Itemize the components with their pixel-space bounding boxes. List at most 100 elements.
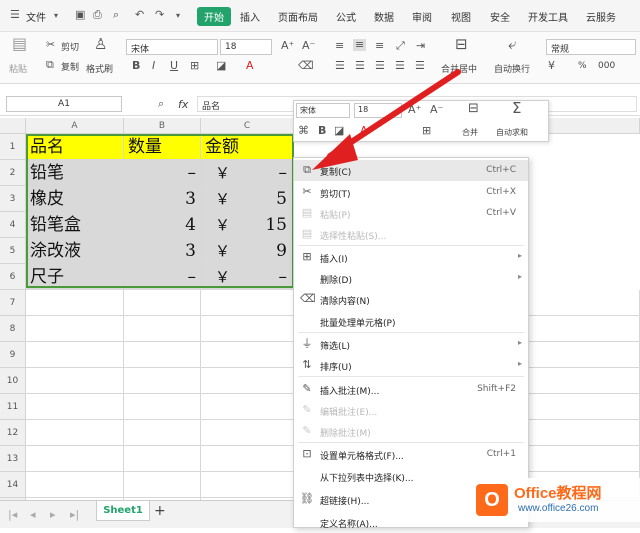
mini-autosum-button[interactable]: 自动求和 <box>496 127 528 138</box>
header-cell-amount[interactable]: 金额 <box>201 134 294 160</box>
data-cell-name[interactable]: 涂改液 <box>26 238 124 264</box>
italic-icon[interactable]: I <box>152 60 155 72</box>
increase-font-icon[interactable]: A⁺ <box>281 40 294 52</box>
context-menu-item[interactable]: 批量处理单元格(P) <box>294 311 528 332</box>
last-sheet-icon[interactable]: ▸| <box>70 509 79 521</box>
empty-cell[interactable] <box>26 316 124 342</box>
empty-cell[interactable] <box>26 342 124 368</box>
tab-review[interactable]: 审阅 <box>412 9 432 24</box>
fx-icon[interactable]: fx <box>178 98 188 111</box>
context-menu-item[interactable]: ✎ 插入批注(M)... Shift+F2 <box>294 379 528 400</box>
paste-button[interactable]: 粘贴 <box>9 62 27 75</box>
copy-icon[interactable]: ⧉ <box>46 59 54 71</box>
empty-cell[interactable] <box>124 420 201 446</box>
header-cell-name[interactable]: 品名 <box>26 134 124 160</box>
decrease-font-icon[interactable]: A⁻ <box>302 40 315 52</box>
tab-cloud[interactable]: 云服务 <box>586 9 616 24</box>
empty-cell[interactable] <box>124 290 201 316</box>
indent-icon[interactable]: ⇥ <box>416 40 425 52</box>
format-painter-icon[interactable]: ♙ <box>94 37 107 52</box>
row-header-12[interactable]: 12 <box>0 420 26 446</box>
row-header-1[interactable]: 1 <box>0 134 26 160</box>
font-family-select[interactable]: 宋体 <box>126 39 218 55</box>
prev-sheet-icon[interactable]: ◂ <box>30 509 36 521</box>
context-menu-item[interactable]: ⊞ 插入(I) ▸ <box>294 247 528 268</box>
empty-cell[interactable] <box>201 472 294 498</box>
data-cell-amount[interactable]: ￥ – <box>201 160 294 186</box>
data-cell-name[interactable]: 铅笔盒 <box>26 212 124 238</box>
empty-cell[interactable] <box>124 472 201 498</box>
data-cell-amount[interactable]: ￥ 5 <box>201 186 294 212</box>
tab-view[interactable]: 视图 <box>451 9 471 24</box>
data-cell-amount[interactable]: ￥ 9 <box>201 238 294 264</box>
data-cell-qty[interactable]: – <box>124 160 201 186</box>
chevron-down-icon[interactable]: ▾ <box>54 10 58 22</box>
empty-cell[interactable] <box>201 290 294 316</box>
mini-sum-icon[interactable]: Σ <box>512 101 521 116</box>
data-cell-name[interactable]: 尺子 <box>26 264 124 290</box>
paste-icon[interactable]: ▤ <box>12 36 27 52</box>
row-header-8[interactable]: 8 <box>0 316 26 342</box>
merge-center-icon[interactable]: ⊟ <box>455 37 468 52</box>
row-header-4[interactable]: 4 <box>0 212 26 238</box>
data-cell-qty[interactable]: 3 <box>124 186 201 212</box>
data-cell-amount[interactable]: ￥ 15 <box>201 212 294 238</box>
name-box[interactable]: A1 <box>6 96 122 112</box>
row-header-6[interactable]: 6 <box>0 264 26 290</box>
next-sheet-icon[interactable]: ▸ <box>50 509 56 521</box>
sheet-tab-sheet1[interactable]: Sheet1 <box>96 501 150 521</box>
empty-cell[interactable] <box>201 342 294 368</box>
tab-data[interactable]: 数据 <box>374 9 394 24</box>
empty-cell[interactable] <box>201 446 294 472</box>
add-sheet-button[interactable]: + <box>154 503 166 519</box>
data-cell-qty[interactable]: 3 <box>124 238 201 264</box>
tab-formulas[interactable]: 公式 <box>336 9 356 24</box>
tab-page-layout[interactable]: 页面布局 <box>278 9 318 24</box>
wrap-text-icon[interactable]: ⤶ <box>508 37 516 52</box>
thousands-button[interactable]: 000 <box>598 61 615 71</box>
row-header-11[interactable]: 11 <box>0 394 26 420</box>
tab-insert[interactable]: 插入 <box>240 9 260 24</box>
context-menu-item[interactable]: ⊡ 设置单元格格式(F)... Ctrl+1 <box>294 444 528 465</box>
bold-icon[interactable]: B <box>132 60 140 72</box>
empty-cell[interactable] <box>124 394 201 420</box>
context-menu-item[interactable]: ⌫ 清除内容(N) <box>294 289 528 310</box>
font-color-icon[interactable]: A <box>246 60 254 72</box>
font-size-select[interactable]: 18 <box>220 39 272 55</box>
percent-button[interactable]: % <box>578 61 587 71</box>
align-bottom-icon[interactable]: ≡ <box>375 40 384 52</box>
column-header-c[interactable]: C <box>201 118 294 134</box>
empty-cell[interactable] <box>201 316 294 342</box>
empty-cell[interactable] <box>201 420 294 446</box>
column-header-a[interactable]: A <box>26 118 124 134</box>
column-header-b[interactable]: B <box>124 118 201 134</box>
redo-icon[interactable]: ↷ <box>155 9 164 21</box>
empty-cell[interactable] <box>201 368 294 394</box>
undo-icon[interactable]: ↶ <box>135 9 144 21</box>
row-header-10[interactable]: 10 <box>0 368 26 394</box>
copy-button[interactable]: 复制 <box>61 60 79 73</box>
row-header-9[interactable]: 9 <box>0 342 26 368</box>
data-cell-amount[interactable]: ￥ – <box>201 264 294 290</box>
row-header-14[interactable]: 14 <box>0 472 26 498</box>
scissors-icon[interactable]: ✂ <box>46 39 55 51</box>
data-cell-qty[interactable]: – <box>124 264 201 290</box>
first-sheet-icon[interactable]: |◂ <box>8 509 17 521</box>
tab-developer[interactable]: 开发工具 <box>528 9 568 24</box>
empty-cell[interactable] <box>124 368 201 394</box>
empty-cell[interactable] <box>26 420 124 446</box>
row-header-5[interactable]: 5 <box>0 238 26 264</box>
underline-icon[interactable]: U <box>170 60 178 72</box>
empty-cell[interactable] <box>124 342 201 368</box>
row-header-3[interactable]: 3 <box>0 186 26 212</box>
print-icon[interactable]: ⎙ <box>93 9 102 21</box>
wrap-text-button[interactable]: 自动换行 <box>494 62 530 75</box>
context-menu-item[interactable]: ⏚ 筛选(L) ▸ <box>294 334 528 355</box>
zoom-icon[interactable]: ⌕ <box>158 98 164 110</box>
save-icon[interactable]: ▣ <box>75 9 85 21</box>
customize-icon[interactable]: ▾ <box>176 10 180 22</box>
row-header-2[interactable]: 2 <box>0 160 26 186</box>
currency-icon[interactable]: ¥ <box>548 60 555 72</box>
hamburger-menu-icon[interactable]: ☰ <box>10 9 20 21</box>
align-middle-icon[interactable]: ≡ <box>353 39 367 51</box>
